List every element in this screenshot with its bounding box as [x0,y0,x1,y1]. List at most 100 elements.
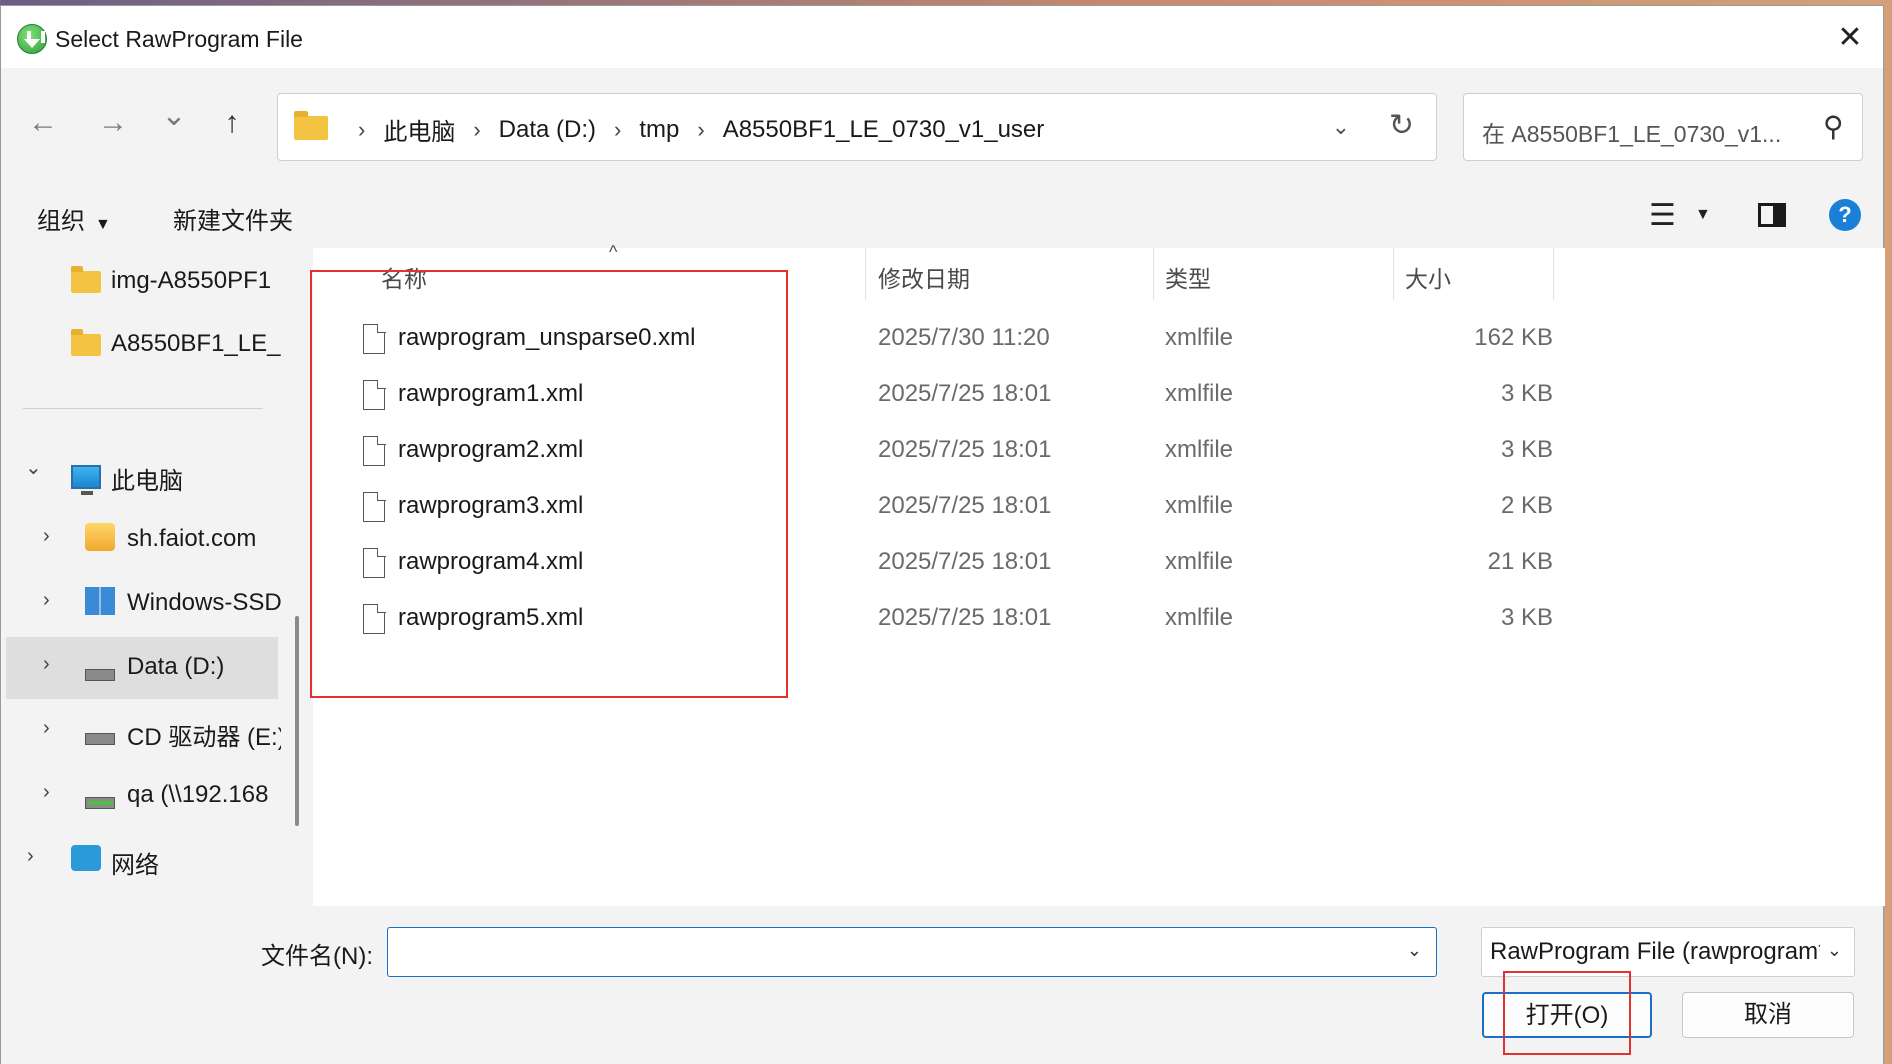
dialog-footer: 文件名(N): ⌄ RawProgram File (rawprogram*.x… [1,906,1883,1064]
command-bar: 组织 ▼ 新建文件夹 ☰ ▼ ? [1,184,1883,248]
column-header-type[interactable]: 类型 [1165,260,1211,294]
preview-pane-icon[interactable] [1758,203,1786,227]
sidebar-item-this-pc[interactable]: ⌄ 此电脑 [1,445,281,507]
forward-button[interactable]: → [91,106,135,140]
file-type: xmlfile [1165,492,1234,519]
file-type-filter-select[interactable]: RawProgram File (rawprogram*.xml) ⌄ [1481,927,1855,977]
file-size: 3 KB [1500,436,1553,463]
caret-down-icon[interactable]: ▼ [1695,206,1711,224]
chevron-right-icon[interactable]: › [27,845,34,868]
file-type: xmlfile [1165,380,1234,407]
column-divider[interactable] [865,248,866,300]
search-placeholder: 在 A8550BF1_LE_0730_v1... [1482,121,1782,147]
file-row[interactable]: rawprogram_unsparse0.xml 2025/7/30 11:20… [313,312,1553,368]
file-row[interactable]: rawprogram3.xml 2025/7/25 18:01 xmlfile … [313,480,1553,536]
sidebar-item-img-folder[interactable]: img-A8550PF1 [1,251,281,313]
file-date: 2025/7/30 11:20 [878,324,1050,351]
search-icon[interactable]: ⚲ [1823,110,1844,143]
file-type: xmlfile [1165,324,1234,351]
breadcrumb-separator[interactable]: › [614,117,621,143]
sidebar-item-sh-faiot[interactable]: › sh.faiot.com [1,509,281,571]
file-list: ^ 名称 修改日期 类型 大小 rawprogram_unsparse0.xml… [313,242,1885,906]
sidebar-item-label: 此电脑 [111,468,183,495]
chevron-down-icon[interactable]: ⌄ [1332,114,1350,140]
windows-drive-icon [85,587,115,615]
sort-ascending-icon: ^ [609,242,618,262]
new-folder-button[interactable]: 新建文件夹 [173,201,293,236]
sidebar-item-label: CD 驱动器 (E:) [127,724,281,751]
divider [23,408,263,409]
address-bar[interactable]: › 此电脑 › Data (D:) › tmp › A8550BF1_LE_07… [277,93,1437,161]
file-date: 2025/7/25 18:01 [878,380,1052,407]
file-size: 2 KB [1500,492,1553,519]
sidebar-item-label: Data (D:) [127,653,225,680]
breadcrumb: › 此电脑 › Data (D:) › tmp › A8550BF1_LE_07… [340,112,1044,147]
filename-input[interactable]: ⌄ [387,927,1437,977]
chevron-right-icon[interactable]: › [43,717,50,740]
file-name: rawprogram5.xml [398,604,584,631]
breadcrumb-current-folder[interactable]: A8550BF1_LE_0730_v1_user [723,116,1045,144]
drive-icon [85,669,115,681]
chevron-right-icon[interactable]: › [43,589,50,612]
breadcrumb-separator[interactable]: › [358,117,365,143]
chevron-right-icon[interactable]: › [43,653,50,676]
open-button[interactable]: 打开(O) [1482,992,1652,1038]
xml-file-icon [363,379,386,410]
sidebar-item-label: sh.faiot.com [127,525,257,552]
chevron-right-icon[interactable]: › [43,781,50,804]
file-name: rawprogram2.xml [398,436,584,463]
chevron-right-icon[interactable]: › [43,525,50,548]
file-name: rawprogram3.xml [398,492,584,519]
breadcrumb-tmp[interactable]: tmp [639,116,679,144]
file-date: 2025/7/25 18:01 [878,548,1052,575]
sidebar-scrollbar[interactable] [295,616,299,826]
chevron-down-icon[interactable]: ⌄ [1407,940,1422,961]
sidebar-item-a8550bf1-folder[interactable]: A8550BF1_LE_0 [1,314,281,376]
sidebar-item-label: A8550BF1_LE_0 [111,330,281,357]
folder-icon [71,266,101,293]
file-name: rawprogram4.xml [398,548,584,575]
chevron-down-icon[interactable]: ⌄ [25,455,42,480]
breadcrumb-data-drive[interactable]: Data (D:) [499,116,596,144]
breadcrumb-separator[interactable]: › [473,117,480,143]
xml-file-icon [363,603,386,634]
computer-icon [71,465,101,495]
view-options-icon[interactable]: ☰ [1649,198,1676,233]
sidebar-item-windows-ssd[interactable]: › Windows-SSD [1,573,281,635]
chevron-down-icon[interactable]: ⌄ [1827,940,1842,961]
up-button[interactable]: ↑ [210,106,254,140]
column-header-name[interactable]: 名称 [381,260,427,294]
file-date: 2025/7/25 18:01 [878,436,1052,463]
file-row[interactable]: rawprogram4.xml 2025/7/25 18:01 xmlfile … [313,536,1553,592]
breadcrumb-this-pc[interactable]: 此电脑 [383,112,455,147]
back-button[interactable]: ← [21,106,65,140]
xml-file-icon [363,491,386,522]
column-divider[interactable] [1393,248,1394,300]
column-divider[interactable] [1153,248,1154,300]
help-icon[interactable]: ? [1829,199,1861,231]
sidebar-item-qa-share[interactable]: › qa (\\192.168 [1,765,281,827]
search-input[interactable]: 在 A8550BF1_LE_0730_v1... ⚲ [1463,93,1863,161]
organize-button[interactable]: 组织 ▼ [37,201,111,236]
column-divider[interactable] [1553,248,1554,300]
close-button[interactable]: ✕ [1817,6,1883,68]
sidebar-item-data-drive[interactable]: › Data (D:) [6,637,278,699]
sidebar-item-cd-drive[interactable]: › CD 驱动器 (E:) [1,701,281,763]
file-size: 3 KB [1500,380,1553,407]
file-row[interactable]: rawprogram5.xml 2025/7/25 18:01 xmlfile … [313,592,1553,648]
window-title: Select RawProgram File [55,26,303,52]
file-row[interactable]: rawprogram1.xml 2025/7/25 18:01 xmlfile … [313,368,1553,424]
column-header-date[interactable]: 修改日期 [878,260,970,294]
file-row[interactable]: rawprogram2.xml 2025/7/25 18:01 xmlfile … [313,424,1553,480]
xml-file-icon [363,435,386,466]
file-size: 3 KB [1500,604,1553,631]
column-header-size[interactable]: 大小 [1405,260,1451,294]
sidebar-item-label: qa (\\192.168 [127,781,269,808]
cancel-button[interactable]: 取消 [1682,992,1854,1038]
sidebar-item-network[interactable]: › 网络 [1,829,281,891]
file-type: xmlfile [1165,604,1234,631]
breadcrumb-separator[interactable]: › [697,117,704,143]
recent-locations-button[interactable]: ⌄ [152,98,196,133]
network-icon [71,845,101,871]
refresh-icon[interactable]: ↻ [1389,108,1414,143]
